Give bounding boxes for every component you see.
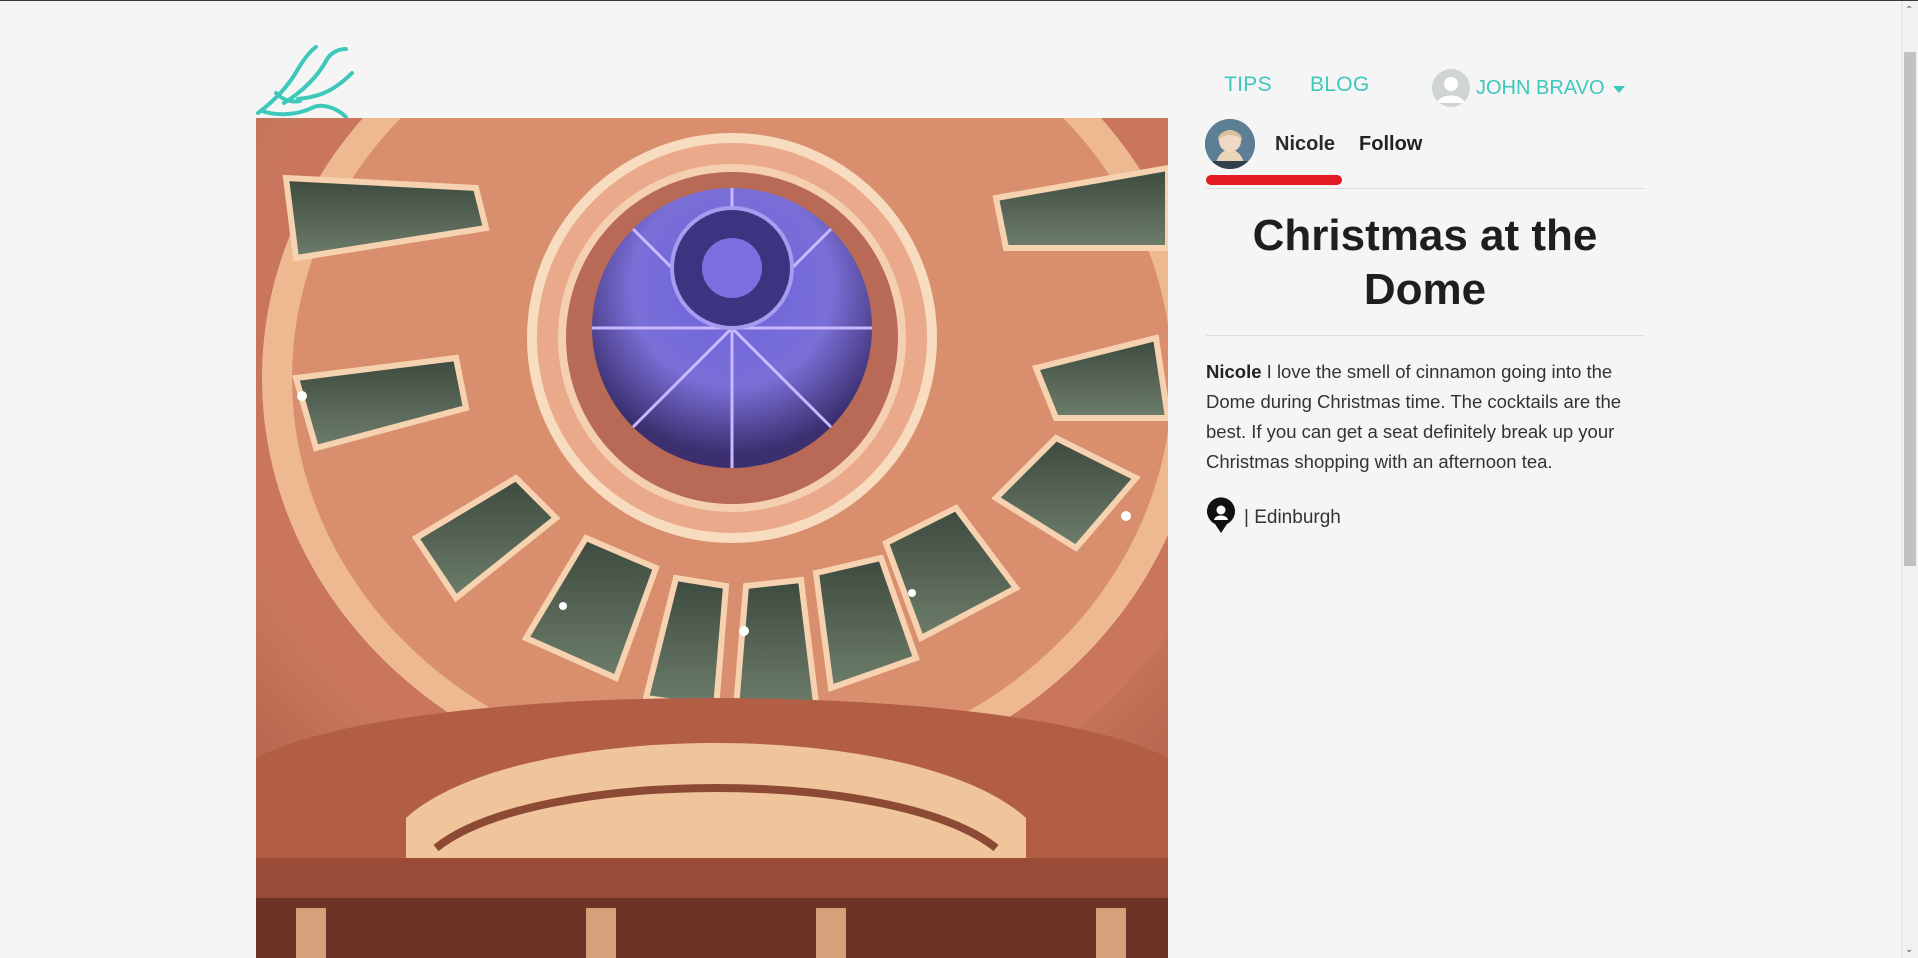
author-avatar[interactable] (1205, 119, 1255, 169)
post-body: Nicole I love the smell of cinnamon goin… (1206, 357, 1646, 477)
author-underline (1206, 175, 1342, 185)
post-body-text: I love the smell of cinnamon going into … (1206, 361, 1622, 472)
location: | Edinburgh (1206, 497, 1341, 538)
user-name: JOHN BRAVO (1476, 76, 1605, 99)
post-title: Christmas at the Dome (1252, 211, 1598, 314)
map-pin-icon (1206, 497, 1236, 538)
page: TIPS BLOG JOHN BRAVO Nicole Follow Chris… (0, 0, 1918, 958)
chevron-down-icon (1612, 85, 1625, 93)
scroll-up-icon[interactable]: ⌃ (1905, 6, 1913, 16)
author-row: Nicole Follow (1205, 119, 1422, 169)
author-name[interactable]: Nicole (1275, 133, 1335, 156)
scrollbar[interactable]: ⌃ ⌄ (1901, 1, 1918, 958)
follow-button[interactable]: Follow (1359, 133, 1422, 156)
nav-tips-link[interactable]: TIPS (1224, 73, 1272, 97)
location-name: Edinburgh (1254, 506, 1341, 528)
swallow-logo[interactable] (254, 43, 358, 119)
divider (1206, 335, 1644, 336)
post-body-author[interactable]: Nicole (1206, 361, 1262, 382)
scroll-down-icon[interactable]: ⌄ (1905, 945, 1913, 955)
user-menu[interactable]: JOHN BRAVO (1432, 69, 1625, 107)
location-text[interactable]: | Edinburgh (1244, 507, 1341, 529)
scroll-thumb[interactable] (1904, 52, 1916, 566)
nav-blog-link[interactable]: BLOG (1310, 73, 1370, 97)
user-avatar-icon (1432, 69, 1470, 107)
location-separator: | (1244, 506, 1255, 528)
dome-ceiling-photo (256, 118, 1168, 958)
divider (1206, 188, 1644, 189)
